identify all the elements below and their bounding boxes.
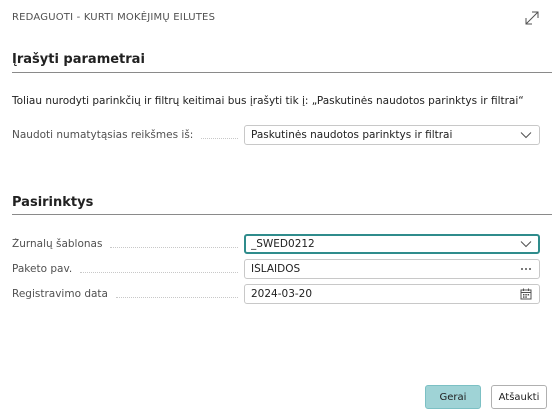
- posting-date-label-text: Registravimo data: [12, 288, 108, 300]
- batch-name-row: Paketo pav. IŠLAIDOS: [12, 258, 540, 280]
- batch-name-label: Paketo pav.: [12, 263, 244, 275]
- defaults-row: Naudoti numatytąsias reikšmes iš: Paskut…: [12, 124, 540, 146]
- calendar-icon[interactable]: [519, 287, 533, 301]
- posting-date-field[interactable]: 2024-03-20: [244, 284, 540, 304]
- ellipsis-icon[interactable]: [519, 262, 533, 276]
- posting-date-label: Registravimo data: [12, 288, 244, 300]
- dialog: REDAGUOTI - KURTI MOKĖJIMŲ EILUTES Įrašy…: [0, 0, 552, 410]
- batch-name-field[interactable]: IŠLAIDOS: [244, 259, 540, 279]
- batch-name-value: IŠLAIDOS: [251, 263, 301, 275]
- dialog-title: REDAGUOTI - KURTI MOKĖJIMŲ EILUTES: [12, 12, 216, 23]
- section-divider: [12, 72, 552, 73]
- saved-parameters-info: Toliau nurodyti parinkčių ir filtrų keit…: [12, 95, 524, 107]
- label-dots: [80, 271, 238, 273]
- ok-button[interactable]: Gerai: [425, 385, 481, 409]
- label-dots: [201, 137, 238, 139]
- expand-icon[interactable]: [524, 10, 540, 26]
- defaults-select[interactable]: Paskutinės naudotos parinktys ir filtrai: [244, 125, 540, 145]
- journal-template-row: Žurnalų šablonas _SWED0212: [12, 233, 540, 255]
- journal-template-label: Žurnalų šablonas: [12, 238, 244, 250]
- journal-template-value: _SWED0212: [251, 238, 315, 250]
- posting-date-value: 2024-03-20: [251, 288, 313, 300]
- label-dots: [115, 296, 238, 298]
- label-dots: [110, 246, 238, 248]
- journal-template-label-text: Žurnalų šablonas: [12, 238, 103, 250]
- chevron-down-icon[interactable]: [519, 128, 533, 142]
- section-title-options: Pasirinktys: [12, 195, 94, 210]
- section-title-saved-parameters: Įrašyti parametrai: [12, 52, 145, 67]
- posting-date-row: Registravimo data 2024-03-20: [12, 283, 540, 305]
- defaults-label: Naudoti numatytąsias reikšmes iš:: [12, 129, 244, 141]
- chevron-down-icon[interactable]: [519, 237, 533, 251]
- expand-icon-graphic: [525, 11, 539, 25]
- cancel-button[interactable]: Atšaukti: [491, 385, 547, 409]
- journal-template-select[interactable]: _SWED0212: [244, 234, 540, 254]
- defaults-select-value: Paskutinės naudotos parinktys ir filtrai: [251, 129, 453, 141]
- defaults-label-text: Naudoti numatytąsias reikšmes iš:: [12, 129, 194, 141]
- section-divider: [12, 214, 552, 215]
- batch-name-label-text: Paketo pav.: [12, 263, 73, 275]
